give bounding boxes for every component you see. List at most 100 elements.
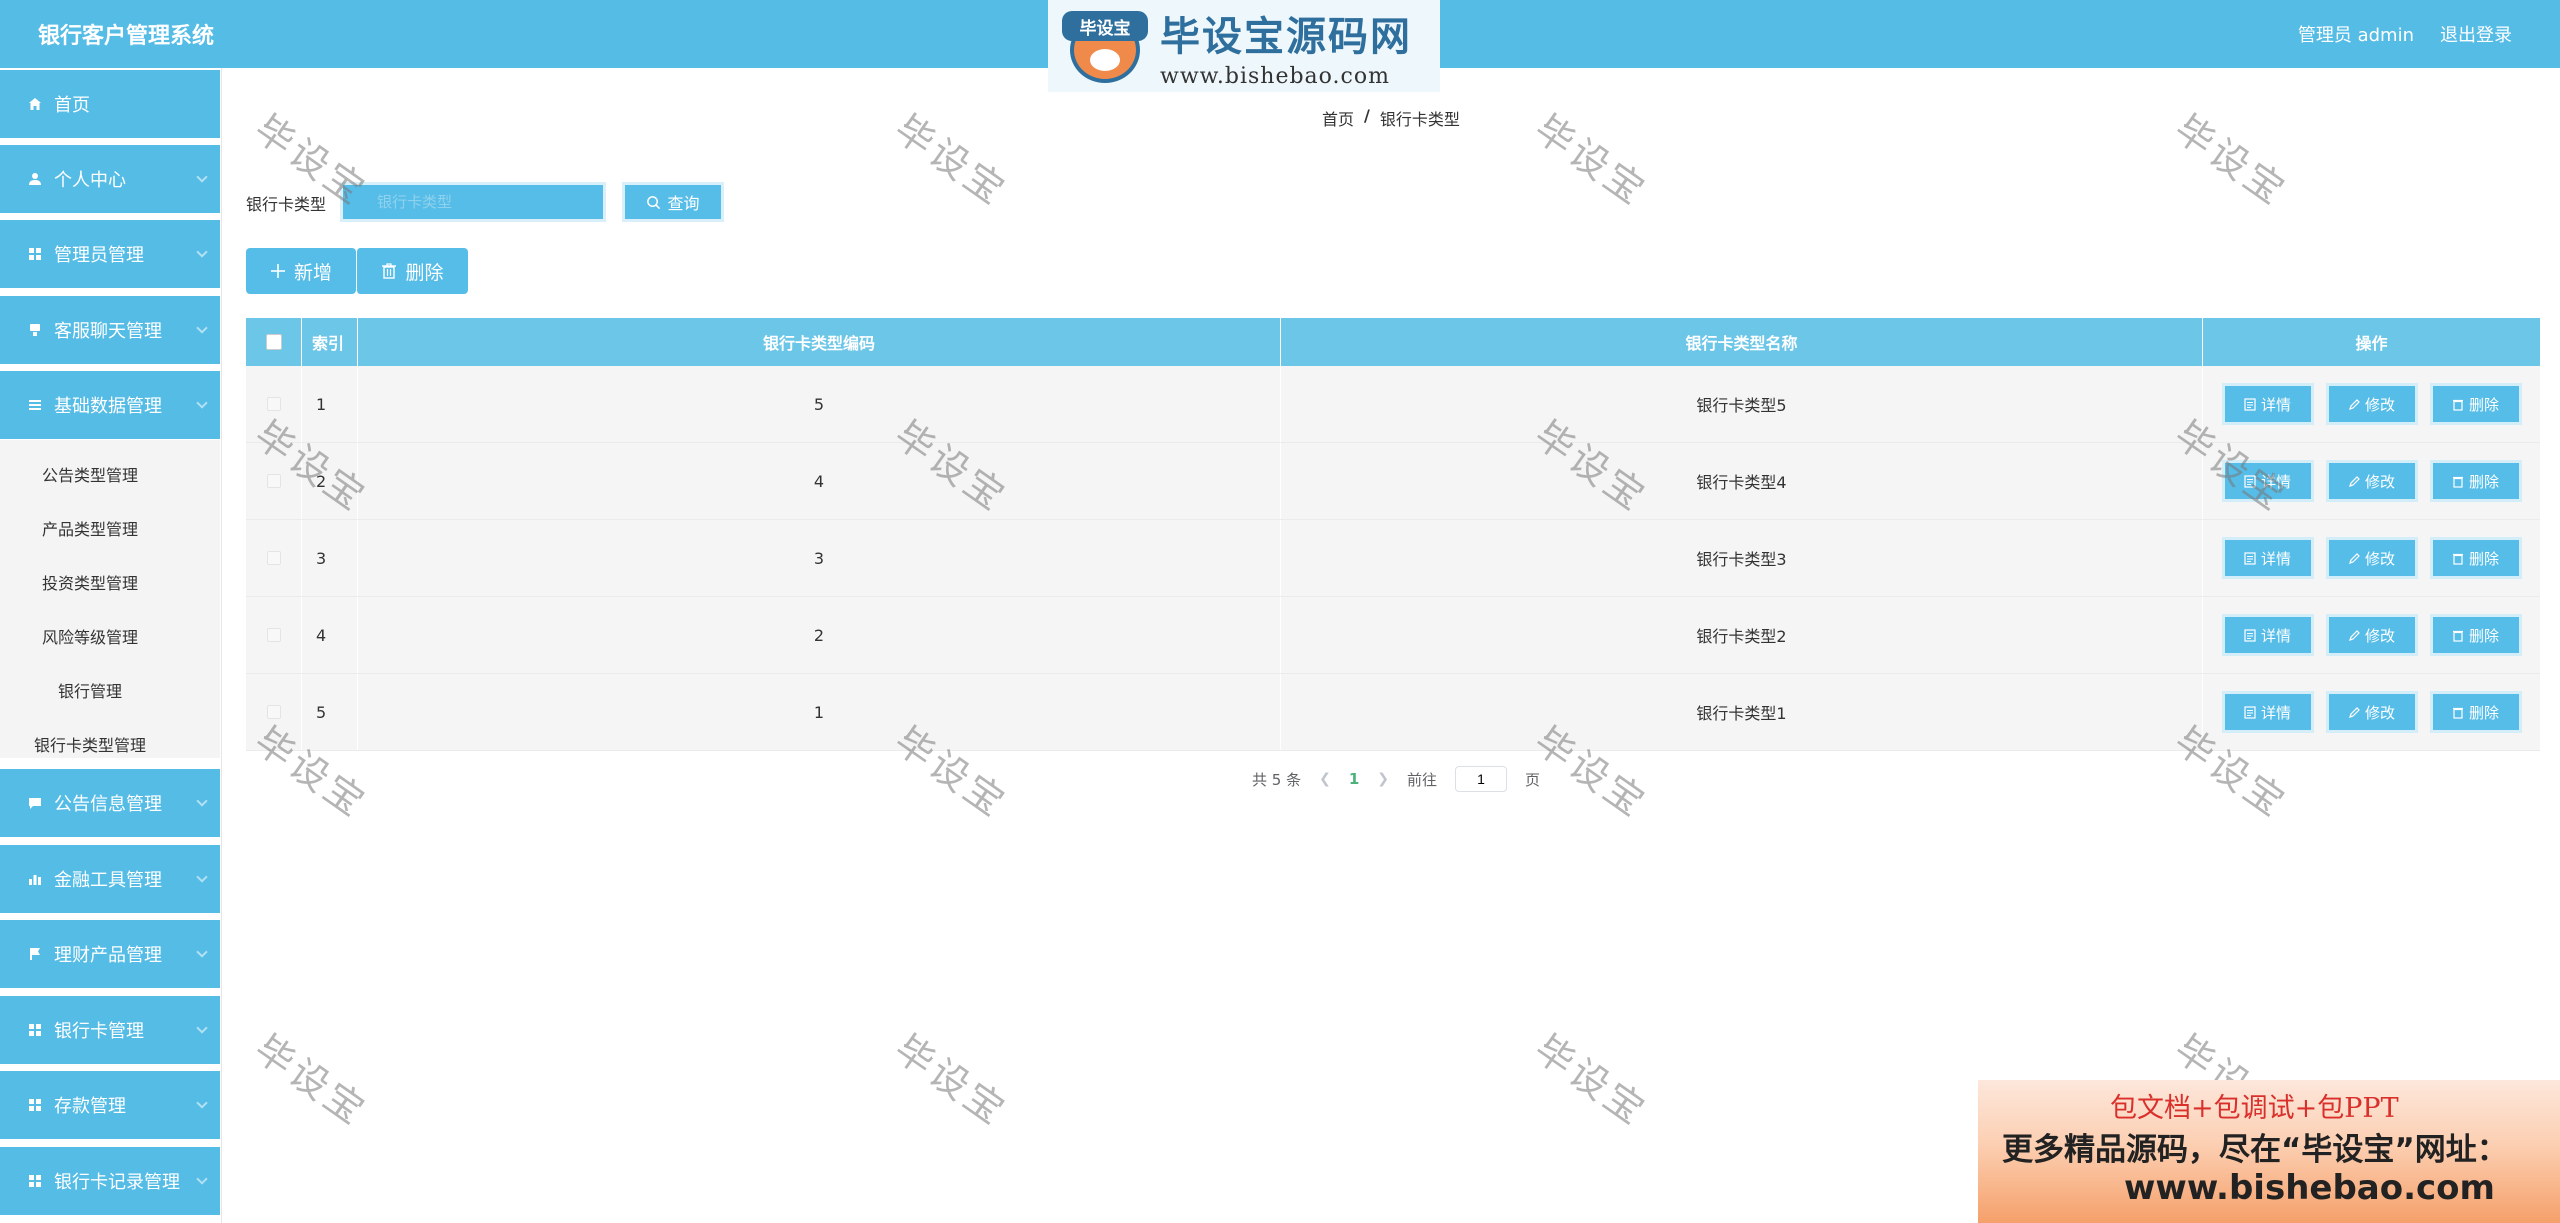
submenu-item-bank[interactable]: 银行管理 bbox=[58, 678, 122, 702]
submenu-item-product-type[interactable]: 产品类型管理 bbox=[42, 516, 138, 540]
sidebar-item-notice[interactable]: 公告信息管理 bbox=[0, 767, 220, 837]
row-checkbox[interactable] bbox=[266, 474, 281, 488]
trash-icon bbox=[2452, 553, 2463, 565]
promo-line-1: 包文档+包调试+包PPT bbox=[2110, 1093, 2399, 1124]
table-row: 1 5 银行卡类型5 详情 修改 删除 bbox=[246, 366, 2540, 443]
trash-icon bbox=[382, 263, 397, 279]
select-all-checkbox[interactable] bbox=[265, 334, 282, 350]
document-icon bbox=[2244, 474, 2256, 488]
table-row: 4 2 银行卡类型2 详情 修改 删除 bbox=[246, 597, 2540, 674]
breadcrumb: 首页 / 银行卡类型 bbox=[1322, 106, 1460, 130]
grid-icon bbox=[26, 1096, 44, 1114]
sidebar-item-basic-data[interactable]: 基础数据管理 bbox=[0, 369, 220, 439]
sidebar-item-label: 金融工具管理 bbox=[54, 870, 162, 891]
user-icon bbox=[26, 170, 44, 188]
detail-button[interactable]: 详情 bbox=[2221, 537, 2314, 579]
sidebar-item-card-records[interactable]: 银行卡记录管理 bbox=[0, 1145, 220, 1215]
detail-button[interactable]: 详情 bbox=[2221, 614, 2314, 656]
bulk-delete-label: 删除 bbox=[405, 261, 444, 284]
row-checkbox[interactable] bbox=[266, 705, 281, 719]
chevron-down-icon bbox=[196, 1097, 208, 1109]
detail-button[interactable]: 详情 bbox=[2221, 460, 2314, 502]
search-label: 银行卡类型 bbox=[246, 195, 327, 214]
trash-icon bbox=[2452, 707, 2463, 719]
sidebar-item-wealth-products[interactable]: 理财产品管理 bbox=[0, 918, 220, 988]
next-page-icon[interactable]: ❯ bbox=[1377, 771, 1389, 787]
cell-code: 3 bbox=[358, 520, 1281, 596]
edit-button[interactable]: 修改 bbox=[2325, 691, 2418, 733]
prev-page-icon[interactable]: ❮ bbox=[1319, 771, 1331, 787]
submenu-item-invest-type[interactable]: 投资类型管理 bbox=[42, 570, 138, 594]
promo-line-2: 更多精品源码，尽在“毕设宝”网址： bbox=[2002, 1132, 2508, 1168]
logo-mascot-icon: 毕设宝 bbox=[1058, 3, 1154, 89]
pagination: 共 5 条 ❮ 1 ❯ 前往 页 bbox=[1252, 766, 1540, 792]
submenu-item-risk-level[interactable]: 风险等级管理 bbox=[42, 624, 138, 648]
grid-icon bbox=[26, 245, 44, 263]
edit-button[interactable]: 修改 bbox=[2325, 614, 2418, 656]
sidebar-item-deposit[interactable]: 存款管理 bbox=[0, 1069, 220, 1139]
sidebar-item-bank-card[interactable]: 银行卡管理 bbox=[0, 994, 220, 1064]
edit-button[interactable]: 修改 bbox=[2325, 383, 2418, 425]
pencil-icon bbox=[2349, 398, 2360, 410]
row-checkbox[interactable] bbox=[266, 397, 281, 411]
page-suffix: 页 bbox=[1525, 770, 1541, 789]
detail-button[interactable]: 详情 bbox=[2221, 691, 2314, 733]
cell-code: 2 bbox=[358, 597, 1281, 673]
promo-banner[interactable]: 包文档+包调试+包PPT 更多精品源码，尽在“毕设宝”网址： www.bishe… bbox=[1978, 1080, 2560, 1223]
add-button[interactable]: 新增 bbox=[246, 248, 356, 294]
detail-button[interactable]: 详情 bbox=[2221, 383, 2314, 425]
table-row: 5 1 银行卡类型1 详情 修改 删除 bbox=[246, 674, 2540, 751]
menu-icon bbox=[26, 396, 44, 414]
chevron-down-icon bbox=[196, 246, 208, 258]
pagination-total: 共 5 条 bbox=[1252, 770, 1302, 789]
document-icon bbox=[2244, 397, 2256, 411]
pencil-icon bbox=[2349, 706, 2360, 718]
table-row: 3 3 银行卡类型3 详情 修改 删除 bbox=[246, 520, 2540, 597]
sidebar-item-chat[interactable]: 客服聊天管理 bbox=[0, 294, 220, 364]
promo-url: www.bishebao.com bbox=[2124, 1168, 2495, 1208]
delete-button[interactable]: 删除 bbox=[2429, 691, 2522, 733]
row-checkbox[interactable] bbox=[266, 551, 281, 565]
edit-button[interactable]: 修改 bbox=[2325, 460, 2418, 502]
cell-index: 4 bbox=[302, 597, 358, 673]
cell-name: 银行卡类型2 bbox=[1281, 597, 2203, 673]
delete-button[interactable]: 删除 bbox=[2429, 614, 2522, 656]
chevron-down-icon bbox=[196, 795, 208, 807]
submenu-item-notice-type[interactable]: 公告类型管理 bbox=[42, 462, 138, 486]
page-number-current[interactable]: 1 bbox=[1349, 770, 1359, 788]
admin-user-label[interactable]: 管理员 admin bbox=[2298, 21, 2414, 47]
sidebar-item-label: 银行卡记录管理 bbox=[54, 1172, 180, 1193]
edit-button[interactable]: 修改 bbox=[2325, 537, 2418, 579]
row-checkbox[interactable] bbox=[266, 628, 281, 642]
logout-link[interactable]: 退出登录 bbox=[2440, 21, 2512, 47]
delete-button[interactable]: 删除 bbox=[2429, 537, 2522, 579]
sidebar-item-label: 首页 bbox=[54, 95, 90, 116]
cell-index: 2 bbox=[302, 443, 358, 519]
cell-code: 1 bbox=[358, 674, 1281, 750]
breadcrumb-current: 银行卡类型 bbox=[1379, 110, 1460, 129]
search-input[interactable] bbox=[340, 182, 606, 222]
cell-name: 银行卡类型3 bbox=[1281, 520, 2203, 596]
breadcrumb-home[interactable]: 首页 bbox=[1322, 106, 1354, 130]
goto-page-input[interactable] bbox=[1455, 766, 1508, 792]
table-header: 索引 银行卡类型编码 银行卡类型名称 操作 bbox=[246, 318, 2540, 366]
watermark: 毕设宝 bbox=[1526, 106, 1656, 215]
watermark: 毕设宝 bbox=[1526, 1026, 1656, 1135]
submenu-item-card-type[interactable]: 银行卡类型管理 bbox=[34, 732, 146, 756]
sidebar-item-finance-tools[interactable]: 金融工具管理 bbox=[0, 843, 220, 913]
cell-name: 银行卡类型1 bbox=[1281, 674, 2203, 750]
search-button[interactable]: 查询 bbox=[622, 182, 724, 222]
delete-button[interactable]: 删除 bbox=[2429, 383, 2522, 425]
pencil-icon bbox=[2349, 475, 2360, 487]
app-title: 银行客户管理系统 bbox=[38, 24, 215, 49]
watermark: 毕设宝 bbox=[2166, 106, 2296, 215]
sidebar-item-profile[interactable]: 个人中心 bbox=[0, 143, 220, 213]
delete-button[interactable]: 删除 bbox=[2429, 460, 2522, 502]
trash-icon bbox=[2452, 399, 2463, 411]
watermark: 毕设宝 bbox=[886, 106, 1016, 215]
sidebar-item-home[interactable]: 首页 bbox=[0, 68, 220, 138]
sidebar-item-admin[interactable]: 管理员管理 bbox=[0, 218, 220, 288]
bulk-delete-button[interactable]: 删除 bbox=[356, 248, 468, 294]
chevron-down-icon bbox=[196, 1022, 208, 1034]
cell-code: 5 bbox=[358, 366, 1281, 442]
